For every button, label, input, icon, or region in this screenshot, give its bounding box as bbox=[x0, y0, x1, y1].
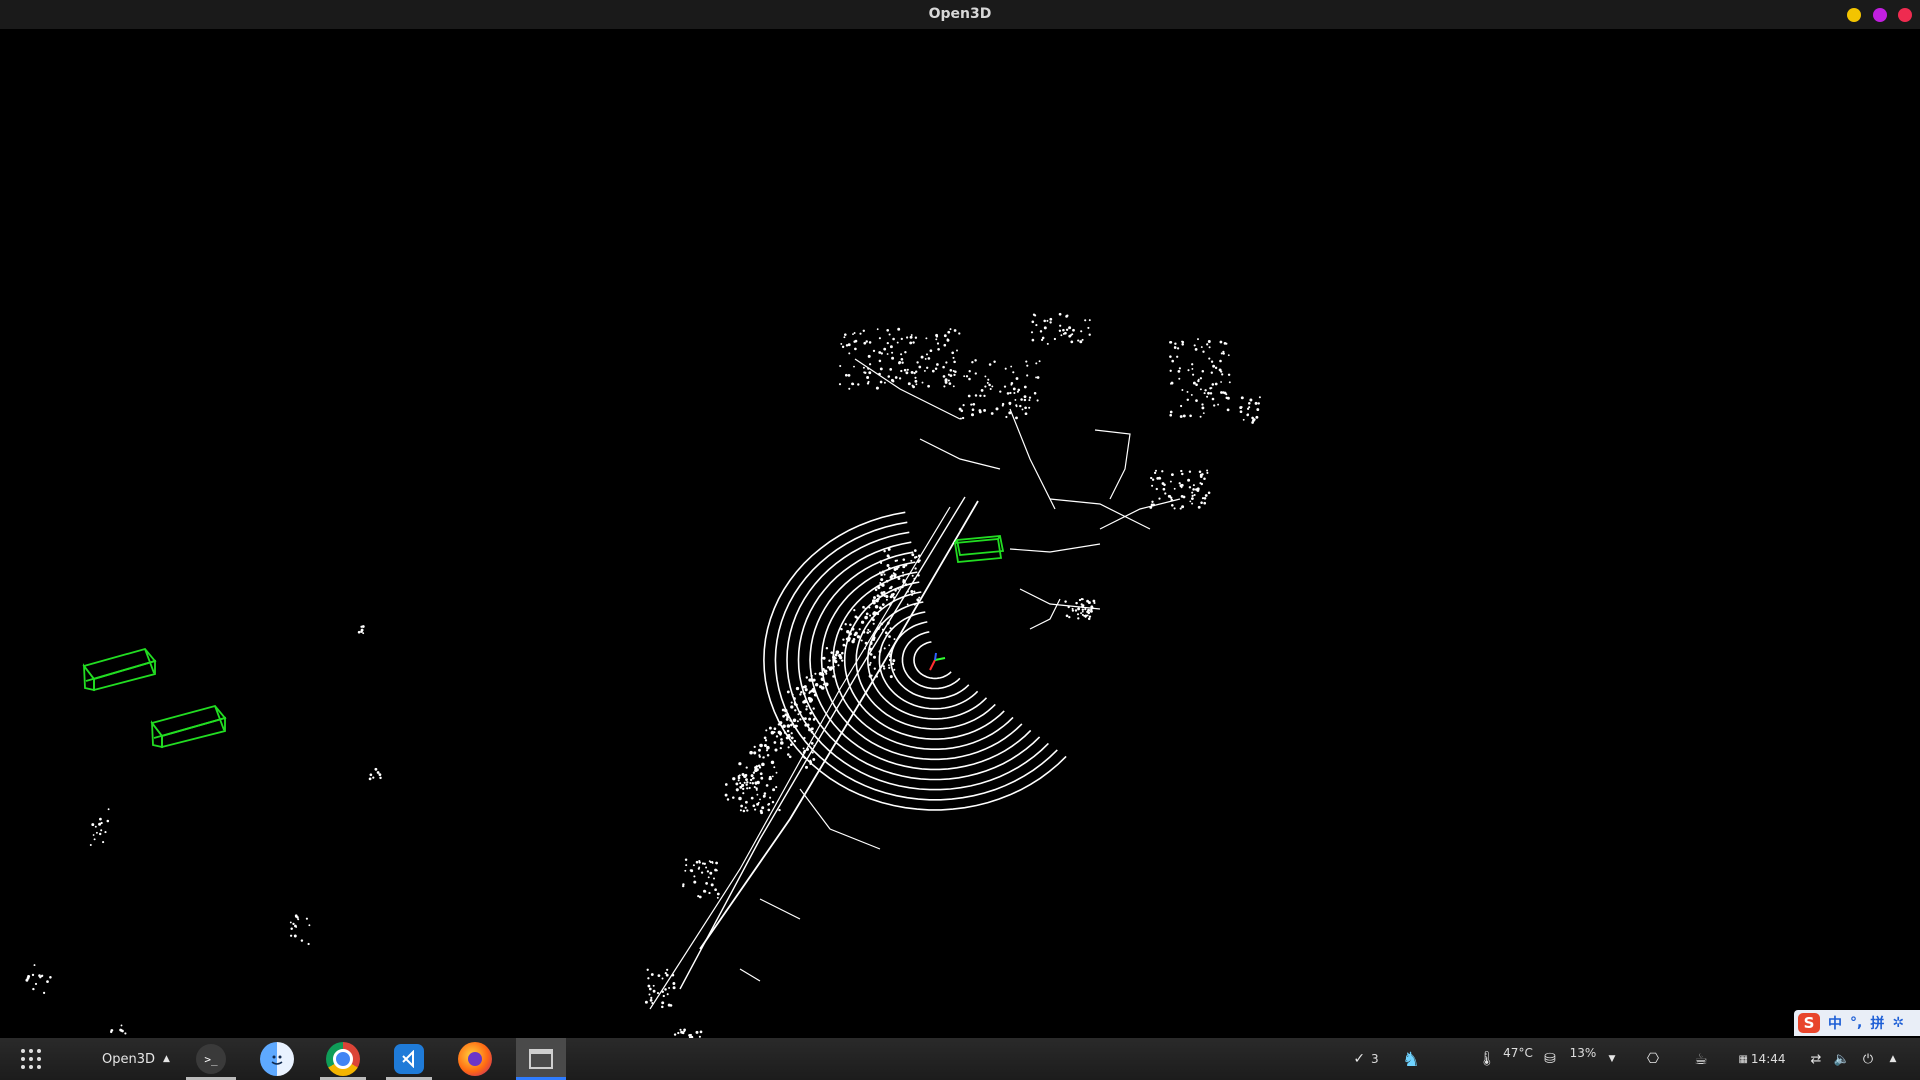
camera-icon[interactable]: ⎔ bbox=[1642, 1038, 1664, 1080]
origin-axes-icon bbox=[929, 652, 946, 671]
close-button[interactable] bbox=[1898, 8, 1912, 22]
bounding-box-center bbox=[953, 535, 1005, 563]
thermometer-icon: 🌡 bbox=[1478, 1051, 1496, 1067]
pet-app-icon[interactable]: ♞ bbox=[1396, 1038, 1426, 1080]
terminal-icon[interactable]: >_ bbox=[190, 1038, 232, 1080]
volume-icon[interactable]: 🔈 bbox=[1832, 1038, 1852, 1080]
bounding-box-left-1 bbox=[82, 647, 157, 692]
active-window-menu[interactable]: Open3D ▲ bbox=[96, 1038, 176, 1080]
power-icon[interactable]: ⏻ bbox=[1858, 1038, 1878, 1080]
point-cloud-viewport[interactable] bbox=[0, 29, 1920, 1038]
maximize-button[interactable] bbox=[1873, 8, 1887, 22]
ime-mode-toggle[interactable]: 中 bbox=[1828, 1013, 1842, 1033]
finder-icon[interactable] bbox=[257, 1038, 297, 1080]
terminal-glyph: >_ bbox=[196, 1044, 226, 1074]
lidar-structures bbox=[649, 358, 1181, 1010]
coffee-icon[interactable]: ☕ bbox=[1690, 1038, 1712, 1080]
chevron-down-icon[interactable]: ▼ bbox=[1605, 1038, 1619, 1080]
chevron-up-icon[interactable]: ▲ bbox=[1886, 1038, 1900, 1080]
gear-icon[interactable]: ✲ bbox=[1892, 1015, 1904, 1031]
ime-punctuation-toggle[interactable]: °, bbox=[1850, 1015, 1862, 1031]
vscode-icon[interactable] bbox=[389, 1038, 429, 1080]
clock-time: 14:44 bbox=[1750, 1052, 1786, 1066]
taskbar: Open3D ▲ >_ ✓ 3 ♞ 🌡 47°C ⛁ 13% ▼ ⎔ ☕ ▦ 1… bbox=[0, 1038, 1920, 1080]
point-cloud-canvas[interactable] bbox=[0, 29, 1920, 1038]
chrome-icon[interactable] bbox=[323, 1038, 363, 1080]
chevron-up-icon: ▲ bbox=[163, 1054, 170, 1064]
cpu-temperature: 47°C bbox=[1503, 1046, 1533, 1060]
tasks-count: 3 bbox=[1371, 1052, 1379, 1066]
active-window-label: Open3D bbox=[102, 1051, 156, 1067]
firefox-icon[interactable] bbox=[455, 1038, 495, 1080]
window-titlebar[interactable]: Open3D bbox=[0, 0, 1920, 29]
sogou-logo-icon[interactable]: S bbox=[1798, 1013, 1820, 1033]
minimize-button[interactable] bbox=[1847, 8, 1861, 22]
disk-usage: 13% bbox=[1569, 1046, 1597, 1060]
database-icon: ⛁ bbox=[1544, 1051, 1556, 1067]
clock[interactable]: ▦ 14:44 bbox=[1736, 1038, 1788, 1080]
lidar-points bbox=[25, 312, 1261, 1038]
tasks-indicator[interactable]: ✓ 3 bbox=[1348, 1038, 1384, 1080]
window-icon[interactable] bbox=[516, 1038, 566, 1080]
window-title: Open3D bbox=[928, 6, 992, 22]
ime-toolbar[interactable]: S 中 °, 拼 ✲ bbox=[1794, 1010, 1920, 1036]
grid-icon[interactable] bbox=[14, 1038, 48, 1080]
bounding-box-left-2 bbox=[150, 704, 227, 749]
calendar-icon: ▦ bbox=[1738, 1053, 1748, 1065]
ime-input-method[interactable]: 拼 bbox=[1870, 1013, 1884, 1033]
network-icon[interactable]: ⇄ bbox=[1806, 1038, 1826, 1080]
checkmark-icon: ✓ bbox=[1353, 1051, 1366, 1067]
